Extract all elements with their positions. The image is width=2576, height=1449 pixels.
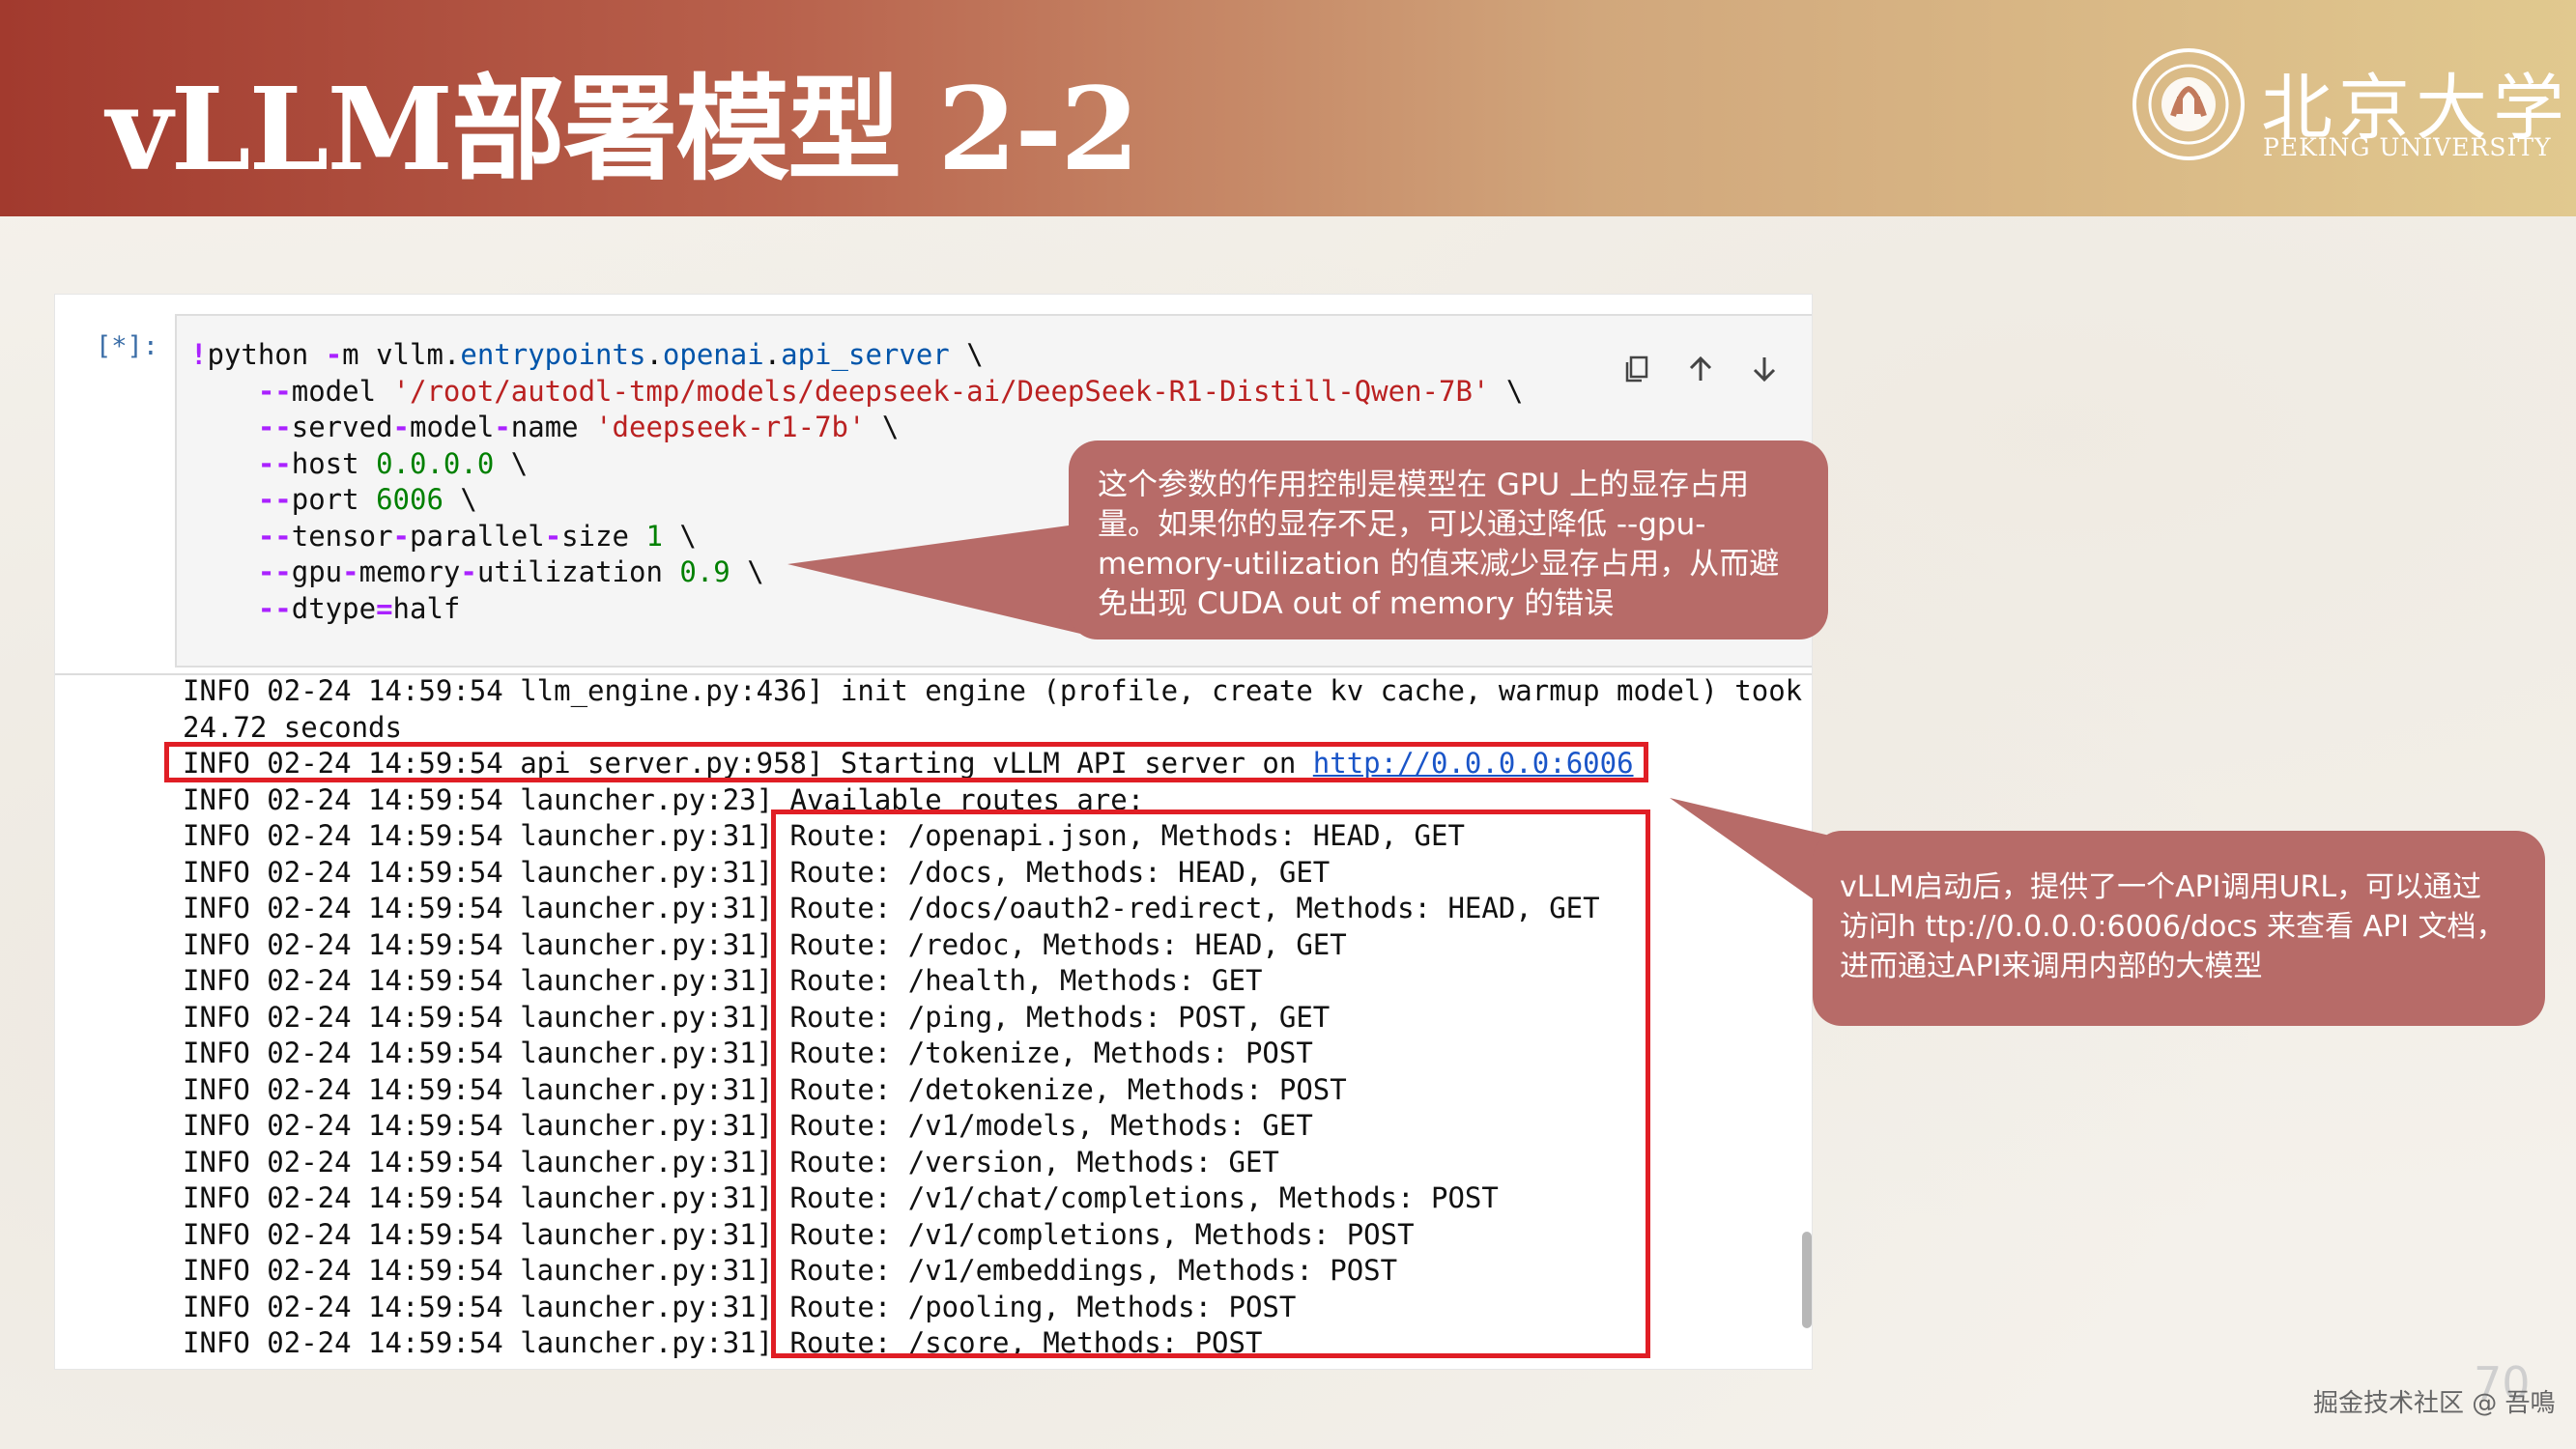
slide-header: vLLM部署模型 2-2 北京大学 PEKING UNIVERSITY bbox=[0, 0, 2576, 216]
code-line: --served-model-name 'deepseek-r1-7b' \ bbox=[257, 411, 900, 443]
gpu-memory-callout: 这个参数的作用控制是模型在 GPU 上的显存占用 量。如果你的显存不足，可以通过… bbox=[1069, 440, 1828, 639]
footer-watermark: 掘金技术社区 @ 吾鳴 bbox=[2313, 1389, 2556, 1418]
server-start-highlight bbox=[164, 742, 1648, 782]
code-line: --port 6006 \ bbox=[257, 483, 477, 516]
callout-pointer-api bbox=[1670, 798, 1834, 914]
callout-line: memory-utilization 的值来减少显存占用，从而避 bbox=[1098, 547, 1780, 582]
routes-highlight bbox=[771, 810, 1650, 1358]
callout-line: vLLM启动后，提供了一个API调用URL，可以通过 bbox=[1840, 870, 2482, 904]
callout-pointer-gpu bbox=[787, 522, 1097, 638]
code-line: !python -m vllm.entrypoints.openai.api_s… bbox=[190, 338, 984, 371]
peking-university-seal-icon bbox=[2132, 48, 2245, 160]
code-line: --dtype=half bbox=[257, 591, 461, 625]
slide-title: vLLM部署模型 2-2 bbox=[106, 62, 1139, 196]
move-down-icon[interactable] bbox=[1746, 351, 1783, 387]
api-url-callout: vLLM启动后，提供了一个API调用URL，可以通过 访问h ttp://0.0… bbox=[1813, 831, 2545, 1026]
insert-above-icon[interactable] bbox=[1810, 351, 1812, 387]
code-line: --gpu-memory-utilization 0.9 \ bbox=[257, 555, 764, 588]
callout-line: 访问h ttp://0.0.0.0:6006/docs 来查看 API 文档， bbox=[1840, 910, 2505, 944]
copy-icon[interactable] bbox=[1618, 351, 1655, 387]
cell-prompt: [*]: bbox=[96, 331, 159, 361]
university-name-en: PEKING UNIVERSITY bbox=[2263, 133, 2552, 161]
callout-line: 量。如果你的显存不足，可以通过降低 --gpu- bbox=[1098, 507, 1706, 542]
move-up-icon[interactable] bbox=[1682, 351, 1719, 387]
output-line: INFO 02-24 14:59:54 llm_engine.py:436] i… bbox=[183, 674, 1803, 707]
callout-line: 进而通过API来调用内部的大模型 bbox=[1840, 950, 2263, 983]
output-scrollbar[interactable] bbox=[1802, 1232, 1812, 1328]
code-line: --tensor-parallel-size 1 \ bbox=[257, 519, 697, 553]
output-line: 24.72 seconds bbox=[183, 710, 402, 744]
callout-line: 这个参数的作用控制是模型在 GPU 上的显存占用 bbox=[1098, 468, 1750, 502]
code-line: --host 0.0.0.0 \ bbox=[257, 446, 529, 480]
code-line: --model '/root/autodl-tmp/models/deepsee… bbox=[257, 374, 1524, 408]
cell-toolbar bbox=[1618, 351, 1812, 387]
callout-line: 免出现 CUDA out of memory 的错误 bbox=[1098, 586, 1615, 621]
